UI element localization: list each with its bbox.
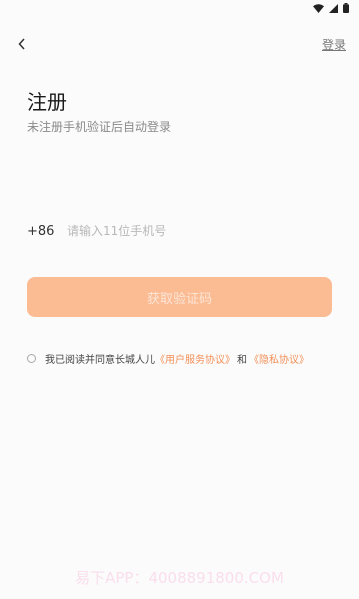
battery-icon: [343, 3, 349, 13]
agreement-text: 我已阅读并同意长城人儿: [45, 354, 155, 366]
status-bar: [0, 0, 359, 16]
phone-input-row: +86: [27, 220, 332, 242]
country-code: +86: [27, 223, 55, 239]
agreement-row: 我已阅读并同意长城人儿 《用户服务协议》 和 《隐私协议》: [27, 350, 309, 366]
privacy-policy-link[interactable]: 《隐私协议》: [249, 351, 309, 366]
wifi-icon: [313, 3, 324, 13]
login-link[interactable]: 登录: [322, 36, 346, 53]
agreement-and-text: 和: [237, 354, 247, 366]
watermark: 易下APP：4008891800.COM: [75, 569, 284, 587]
back-button[interactable]: [12, 34, 32, 54]
signal-icon: [329, 3, 338, 13]
page-title: 注册: [27, 90, 67, 114]
agreement-checkbox[interactable]: [27, 353, 36, 363]
header: 登录: [0, 34, 359, 54]
phone-input[interactable]: [67, 224, 332, 238]
get-verification-code-button[interactable]: 获取验证码: [27, 277, 332, 317]
user-agreement-link[interactable]: 《用户服务协议》: [155, 351, 235, 366]
back-arrow-icon: [18, 35, 26, 54]
page-subtitle: 未注册手机验证后自动登录: [27, 120, 172, 134]
